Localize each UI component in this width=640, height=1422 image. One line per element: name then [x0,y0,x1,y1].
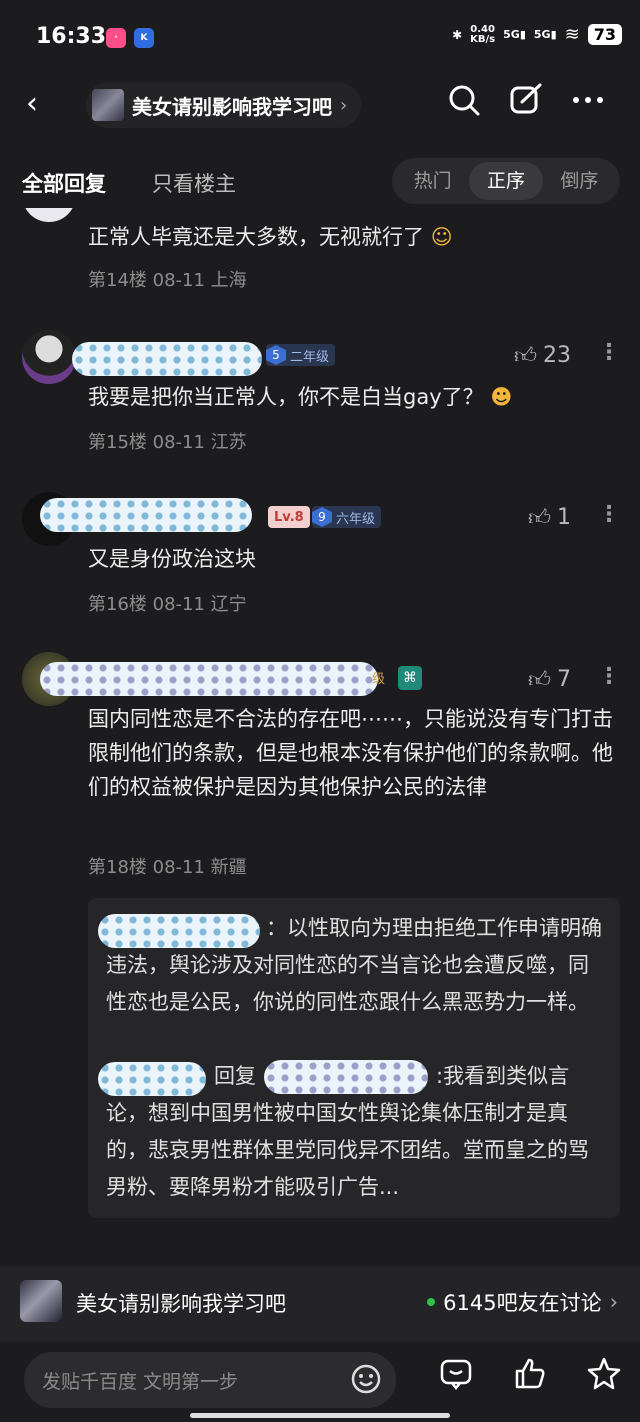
bluetooth-icon: ✱ [452,27,463,42]
forum-name: 美女请别影响我学习吧 [132,94,332,119]
search-icon[interactable] [446,82,482,118]
sort-hot[interactable]: 热门 [396,162,469,200]
forum-avatar [92,89,124,121]
sub-reply-box[interactable]: ：以性取向为理由拒绝工作申请明确违法，舆论涉及对同性恋的不当言论也会遭反噬，同性… [88,898,620,1218]
status-icons: ✱ 0.40 KB/s 5G▮ 5G▮ ≋ 73 [452,24,622,45]
post-text: 又是身份政治这块 [88,547,256,571]
like-button[interactable]: 👍︎ 7 [528,666,571,693]
thread-header: ‹ 美女请别影响我学习吧 › [0,72,640,136]
bottom-input-bar: 发贴千百度 文明第一步 [0,1342,640,1422]
avatar[interactable] [22,330,76,384]
more-options-icon[interactable]: ⋮ [598,664,620,689]
reply-tabs: 全部回复 只看楼主 热门 正序 倒序 [0,156,640,208]
wifi-icon: ≋ [564,24,580,45]
thumbs-up-icon: 👍︎ [528,668,551,693]
tab-owner-only[interactable]: 只看楼主 [152,168,236,198]
more-options-icon[interactable]: ⋮ [598,340,620,365]
reply-list: 正常人毕竟还是大多数，无视就行了 ☺ 第14楼 08-11 上海 5 二年级 👍︎… [0,208,640,1258]
chevron-right-icon: › [609,1290,618,1314]
post-text: 正常人毕竟还是大多数，无视就行了 ☺ [88,225,453,249]
comment-icon[interactable] [438,1356,474,1392]
post-meta: 第14楼 08-11 上海 [88,270,247,291]
forum-bar-name: 美女请别影响我学习吧 [76,1292,286,1316]
post-text: 国内同性恋是不合法的存在吧⋯⋯，只能说没有专门打击限制他们的条款，但是也根本没有… [88,707,613,799]
username-redacted[interactable] [40,662,378,696]
app-notification-icon: · [106,28,126,48]
signal-icon: 5G▮ [533,28,557,41]
status-bar: 16:33 · K ✱ 0.40 KB/s 5G▮ 5G▮ ≋ 73 [0,0,640,72]
thumbs-up-icon[interactable] [512,1356,548,1392]
post-meta: 第18楼 08-11 新疆 [88,857,247,878]
comment-placeholder: 发贴千百度 文明第一步 [42,1371,239,1393]
sort-toggle: 热门 正序 倒序 [392,158,620,204]
more-options-icon[interactable]: ⋮ [598,502,620,527]
username-redacted[interactable] [40,498,252,532]
lv-badge: Lv.8 [268,506,310,528]
thumbs-up-icon: 👍︎ [528,506,551,531]
like-button[interactable]: 👍︎ 23 [514,342,571,369]
sort-ascending[interactable]: 正序 [469,162,543,200]
home-indicator[interactable] [190,1413,450,1418]
hug-emoji-icon: ☺ [430,225,453,249]
app-notification-icon: K [134,28,154,48]
online-dot-icon [427,1298,436,1306]
clock: 16:33 [36,24,107,49]
forum-bar[interactable]: 美女请别影响我学习吧 6145吧友在讨论 › [0,1266,640,1342]
battery-level: 73 [587,24,622,45]
level-badge: 5 二年级 [266,344,336,366]
avatar[interactable] [22,208,76,222]
signal-icon: 5G▮ [503,28,526,41]
sub-reply-text: ：以性取向为理由拒绝工作申请明确违法，舆论涉及对同性恋的不当言论也会遭反噬，同性… [106,916,602,1014]
back-button[interactable]: ‹ [26,86,38,121]
grade-badge-tail: 级 [372,672,386,687]
post-text: 我要是把你当正常人，你不是白当gay了？ ☻ [88,385,513,409]
post-meta: 第15楼 08-11 江苏 [88,432,247,453]
sort-descending[interactable]: 倒序 [543,162,616,200]
thumbs-up-icon: 👍︎ [514,344,537,369]
more-icon[interactable] [570,82,606,118]
username-redacted[interactable] [72,342,262,376]
emoji-icon[interactable] [350,1363,382,1395]
forum-link[interactable]: 美女请别影响我学习吧 › [86,82,362,128]
forum-avatar [20,1280,62,1322]
edit-icon[interactable] [508,82,544,118]
forum-online-count: 6145吧友在讨论 › [427,1287,618,1317]
chevron-right-icon: › [340,94,348,116]
comment-input[interactable]: 发贴千百度 文明第一步 [24,1352,396,1408]
tab-all-replies[interactable]: 全部回复 [22,168,106,198]
level-badge: 9 六年级 [312,506,382,528]
star-icon[interactable] [586,1356,622,1392]
net-speed: 0.40 KB/s [470,23,496,45]
post-meta: 第16楼 08-11 辽宁 [88,594,247,615]
sub-reply-text: :我看到类似言论，想到中国男性被中国女性舆论集体压制才是真的，悲哀男性群体里党同… [106,1064,589,1199]
like-button[interactable]: 👍︎ 1 [528,504,571,531]
smile-emoji-icon: ☻ [490,385,513,409]
member-badge-icon: ⌘ [398,666,422,690]
